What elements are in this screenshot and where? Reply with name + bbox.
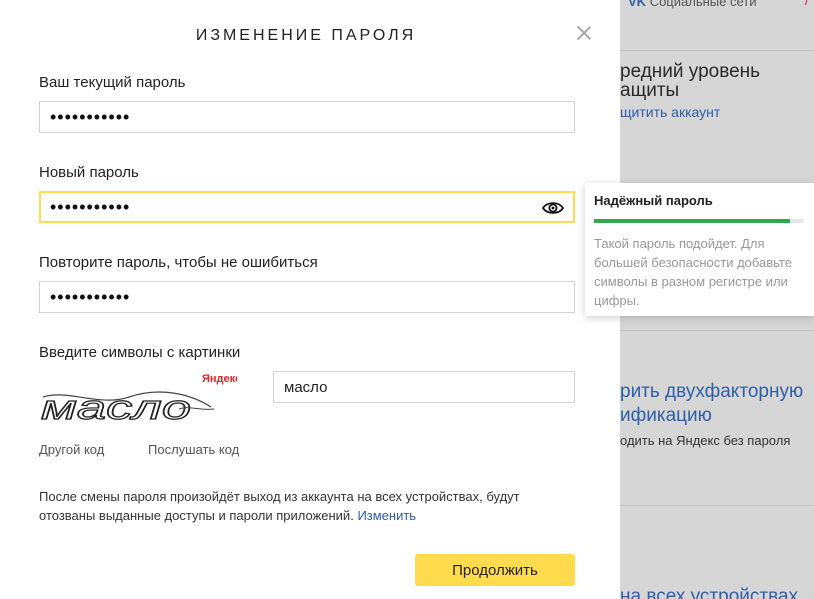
other-code-link[interactable]: Другой код	[39, 442, 104, 457]
current-password-field[interactable]: •••••••••••	[39, 101, 575, 133]
repeat-password-field[interactable]: •••••••••••	[39, 281, 575, 313]
captcha-brand: Яндекс	[202, 373, 237, 385]
listen-code-link[interactable]: Послушать код	[148, 442, 239, 457]
new-password-field[interactable]: •••••••••••	[39, 191, 575, 223]
strength-hint: Такой пароль подойдет. Для большей безоп…	[594, 236, 792, 308]
bg-divider	[620, 50, 814, 51]
repeat-password-label: Повторите пароль, чтобы не ошибиться	[39, 254, 318, 271]
new-password-value: •••••••••••	[50, 196, 131, 217]
captcha-input-value: масло	[284, 378, 328, 396]
bg-2fa-title[interactable]: рить двухфакторную	[620, 381, 803, 403]
current-password-value: •••••••••••	[50, 106, 131, 127]
change-link[interactable]: Изменить	[357, 508, 416, 523]
captcha-label: Введите символы с картинки	[39, 344, 241, 361]
repeat-password-value: •••••••••••	[50, 286, 131, 307]
bg-protect-link[interactable]: щитить аккаунт	[620, 104, 720, 120]
bg-social-label: VK Социальные сети	[628, 0, 757, 9]
bg-divider	[620, 505, 814, 506]
strength-title: Надёжный пароль	[594, 193, 713, 208]
captcha-input[interactable]: масло	[273, 371, 575, 403]
bg-devices-title[interactable]: на всех устройствах	[620, 586, 798, 599]
captcha-image: Яндекс масло	[39, 367, 237, 431]
change-password-dialog: ИЗМЕНЕНИЕ ПАРОЛЯ Ваш текущий пароль ••••…	[0, 0, 620, 599]
continue-button[interactable]: Продолжить	[415, 554, 575, 586]
strength-bar	[594, 219, 803, 223]
bg-2fa-title-2[interactable]: ификацию	[620, 405, 712, 427]
bg-2fa-subtitle: одить на Яндекс без пароля	[620, 433, 791, 448]
dialog-title: ИЗМЕНЕНИЕ ПАРОЛЯ	[195, 27, 417, 44]
eye-icon[interactable]	[542, 200, 564, 216]
logout-note: После смены пароля произойдёт выход из а…	[39, 487, 559, 525]
password-strength-tooltip: Надёжный пароль Такой пароль подойдет. Д…	[585, 183, 814, 316]
close-icon[interactable]	[574, 23, 594, 43]
logout-note-text: После смены пароля произойдёт выход из а…	[39, 489, 520, 523]
bg-security-title-2: ащиты	[620, 80, 680, 101]
strength-bar-fill	[594, 219, 791, 223]
bg-top-marker: /	[805, 0, 809, 8]
new-password-label: Новый пароль	[39, 164, 139, 181]
bg-divider	[620, 330, 814, 331]
current-password-label: Ваш текущий пароль	[39, 74, 186, 91]
